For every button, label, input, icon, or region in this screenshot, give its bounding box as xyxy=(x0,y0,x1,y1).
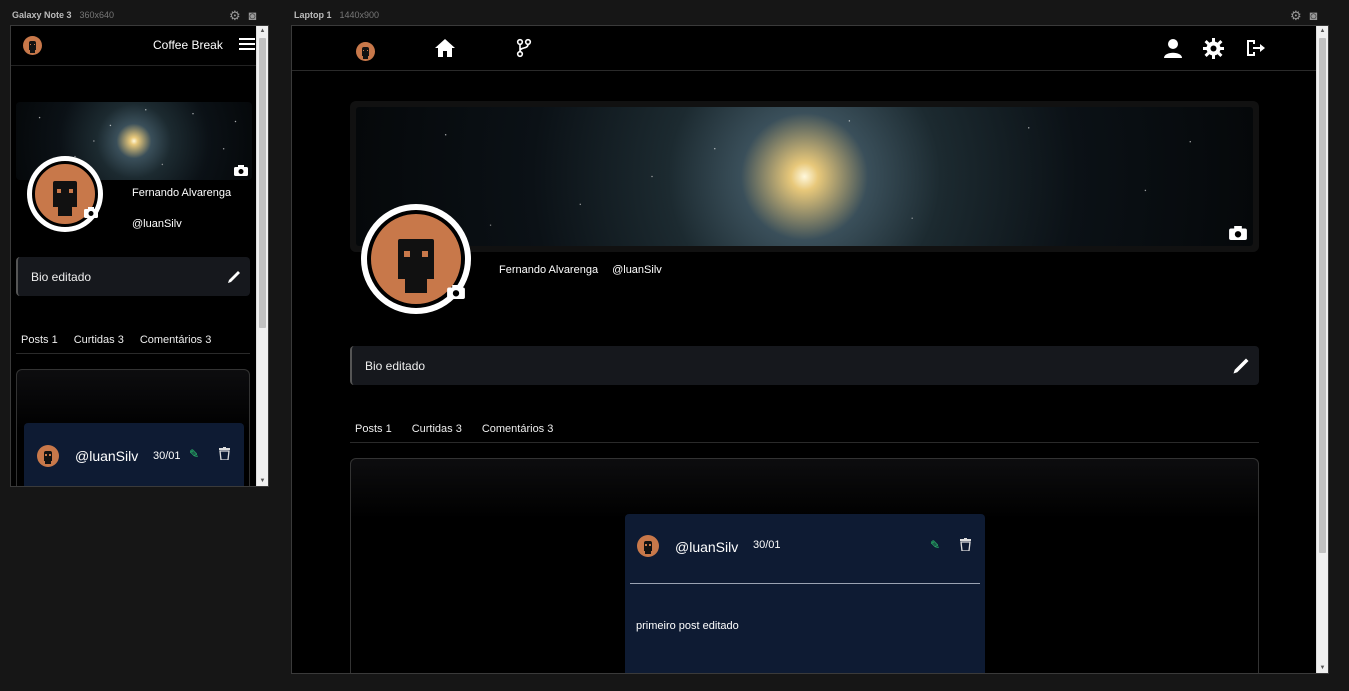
pencil-icon[interactable] xyxy=(226,269,242,285)
profile-identity: Fernando Alvarenga @luanSilv xyxy=(499,264,662,276)
avatar xyxy=(637,535,659,557)
trash-icon[interactable] xyxy=(960,538,971,551)
laptop-frame-label: Laptop 1 1440x900 xyxy=(294,10,379,20)
profile-tabs: Posts 1 Curtidas 3 Comentários 3 xyxy=(350,415,1259,443)
camera-icon[interactable] xyxy=(447,285,465,299)
app-logo[interactable] xyxy=(356,42,375,61)
profile-name: Fernando Alvarenga xyxy=(132,187,232,199)
mobile-frame-label: Galaxy Note 3 360x640 xyxy=(12,10,114,20)
profile-handle: @luanSilv xyxy=(612,264,662,276)
laptop-navbar xyxy=(292,26,1317,71)
bio-box: Bio editado xyxy=(16,257,250,296)
post-content: primeiro post editado xyxy=(636,620,739,632)
home-icon[interactable] xyxy=(434,38,456,58)
profile-name: Fernando Alvarenga xyxy=(499,264,599,276)
tab-posts[interactable]: Posts 1 xyxy=(355,423,392,435)
bio-box: Bio editado xyxy=(350,346,1259,385)
app-title: Coffee Break xyxy=(153,38,223,52)
laptop-device: Fernando Alvarenga @luanSilv Bio editado… xyxy=(291,25,1329,674)
camera-icon[interactable]: ◙ xyxy=(1310,8,1318,24)
post-card: @luanSilv 30/01 ✎ xyxy=(24,423,244,486)
edit-icon[interactable]: ✎ xyxy=(189,447,199,461)
user-icon[interactable] xyxy=(1163,38,1183,58)
gear-icon[interactable]: ⚙ xyxy=(229,8,241,24)
profile-handle: @luanSilv xyxy=(132,218,182,230)
menu-icon[interactable] xyxy=(239,38,255,50)
trash-icon[interactable] xyxy=(219,447,230,460)
laptop-device-size: 1440x900 xyxy=(339,10,380,20)
posts-container: @luanSilv 30/01 ✎ xyxy=(16,369,250,486)
mobile-scrollbar[interactable]: ▲ ▼ xyxy=(256,26,268,486)
tab-curtidas[interactable]: Curtidas 3 xyxy=(412,423,462,435)
post-date: 30/01 xyxy=(753,539,781,551)
mobile-device-size: 360x640 xyxy=(79,10,115,20)
laptop-device-name: Laptop 1 xyxy=(294,10,332,20)
profile-avatar xyxy=(27,156,103,232)
laptop-frame-tools: ⚙ ◙ xyxy=(1290,8,1318,24)
fork-icon[interactable] xyxy=(516,38,532,58)
app-logo[interactable] xyxy=(23,36,42,55)
camera-icon[interactable]: ◙ xyxy=(249,8,257,24)
camera-icon[interactable] xyxy=(234,165,248,176)
profile-tabs: Posts 1 Curtidas 3 Comentários 3 xyxy=(16,326,250,354)
bio-text: Bio editado xyxy=(365,358,426,373)
mobile-device-name: Galaxy Note 3 xyxy=(12,10,72,20)
post-author[interactable]: @luanSilv xyxy=(75,448,138,464)
camera-icon[interactable] xyxy=(1229,226,1247,240)
mobile-device: Coffee Break Fernando Alvarenga @luanSil… xyxy=(10,25,269,487)
tab-posts[interactable]: Posts 1 xyxy=(21,334,58,346)
post-author[interactable]: @luanSilv xyxy=(675,539,738,555)
gear-icon[interactable] xyxy=(1203,38,1224,59)
pencil-icon[interactable] xyxy=(1231,356,1251,376)
mobile-frame-tools: ⚙ ◙ xyxy=(229,8,257,24)
logout-icon[interactable] xyxy=(1245,39,1266,57)
banner-frame xyxy=(350,101,1259,252)
posts-container: @luanSilv 30/01 ✎ primeiro post editado xyxy=(350,458,1259,673)
bio-text: Bio editado xyxy=(31,269,92,284)
camera-icon[interactable] xyxy=(84,207,98,218)
gear-icon[interactable]: ⚙ xyxy=(1290,8,1302,24)
tab-comentarios[interactable]: Comentários 3 xyxy=(140,334,212,346)
post-card: @luanSilv 30/01 ✎ primeiro post editado xyxy=(625,514,985,673)
tab-comentarios[interactable]: Comentários 3 xyxy=(482,423,554,435)
tab-curtidas[interactable]: Curtidas 3 xyxy=(74,334,124,346)
laptop-scrollbar[interactable]: ▲ ▼ xyxy=(1316,26,1328,673)
post-date: 30/01 xyxy=(153,450,181,462)
edit-icon[interactable]: ✎ xyxy=(930,538,940,552)
post-divider xyxy=(630,583,980,584)
mobile-header: Coffee Break xyxy=(11,26,258,66)
profile-banner xyxy=(356,107,1253,246)
avatar xyxy=(37,445,59,467)
